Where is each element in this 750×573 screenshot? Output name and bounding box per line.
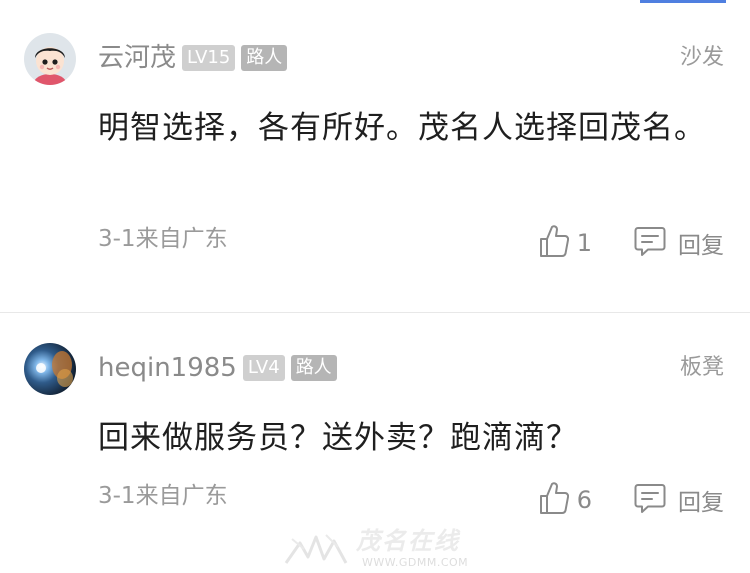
- comment-actions: 1 回复: [539, 224, 724, 262]
- thumbs-up-icon: [539, 481, 569, 519]
- like-count: 6: [576, 486, 592, 514]
- comment-meta: 云河茂 LV15 路人: [98, 43, 288, 73]
- level-badge: LV15: [182, 45, 236, 71]
- reply-label: 回复: [678, 490, 724, 516]
- comment-text: 明智选择，各有所好。茂名人选择回茂名。: [98, 110, 706, 146]
- comment-bubble-icon: [634, 482, 666, 518]
- comment-meta: heqin1985 LV4 路人: [98, 353, 337, 383]
- watermark-url: WWW.GDMM.COM: [362, 556, 469, 569]
- floor-label: 沙发: [679, 45, 724, 70]
- avatar[interactable]: [24, 343, 76, 395]
- like-count: 1: [576, 229, 592, 257]
- comment-bubble-icon: [634, 225, 666, 261]
- comment-text: 回来做服务员？送外卖？跑滴滴？: [98, 420, 578, 456]
- thumbs-up-icon: [539, 224, 569, 262]
- watermark: 茂名在线 WWW.GDMM.COM: [282, 527, 482, 571]
- reply-button[interactable]: 回复: [634, 482, 724, 518]
- like-button[interactable]: 6: [539, 481, 592, 519]
- watermark-logo-icon: [284, 534, 348, 564]
- username[interactable]: 云河茂: [98, 43, 176, 73]
- reply-button[interactable]: 回复: [634, 225, 724, 261]
- level-badge: LV4: [242, 355, 285, 381]
- comment-item: 云河茂 LV15 路人 沙发 明智选择，各有所好。茂名人选择回茂名。 3-1来自…: [0, 0, 750, 312]
- floor-label: 板凳: [679, 355, 724, 380]
- role-badge: 路人: [241, 45, 288, 71]
- like-button[interactable]: 1: [539, 224, 592, 262]
- reply-label: 回复: [678, 233, 724, 259]
- username[interactable]: heqin1985: [98, 353, 237, 383]
- watermark-brand: 茂名在线: [356, 526, 460, 555]
- comment-actions: 6 回复: [539, 481, 724, 519]
- comment-time-location: 3-1来自广东: [98, 483, 228, 509]
- avatar[interactable]: [24, 33, 76, 85]
- role-badge: 路人: [290, 355, 337, 381]
- comment-time-location: 3-1来自广东: [98, 226, 228, 252]
